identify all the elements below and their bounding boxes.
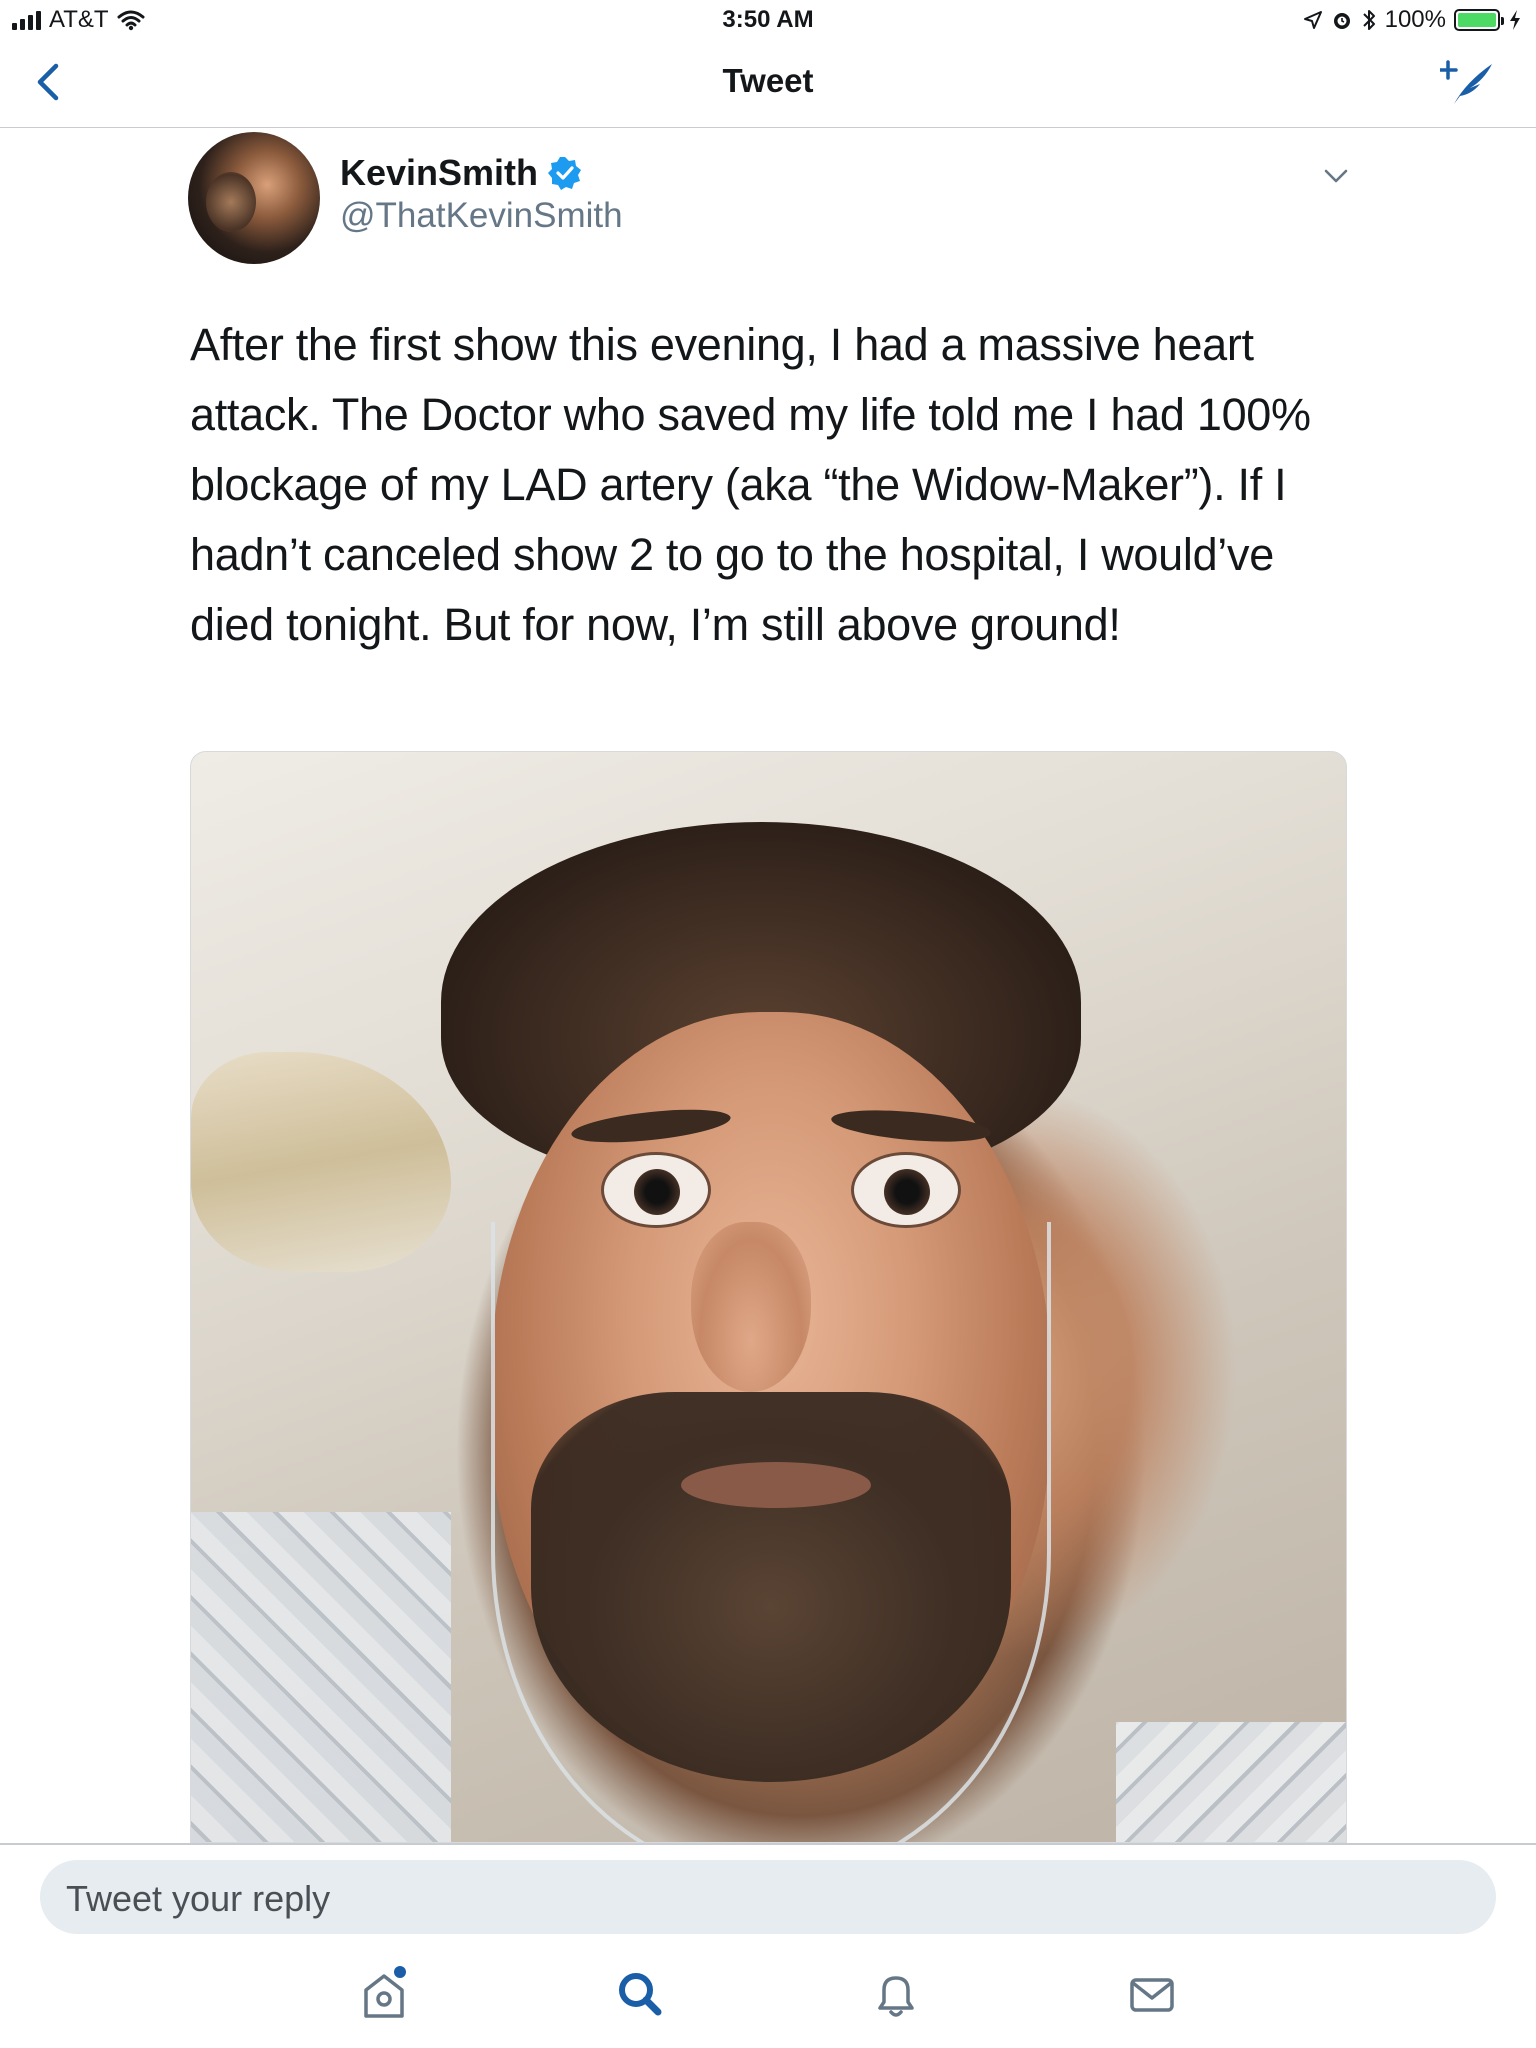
navigation-bar: Tweet [0, 40, 1536, 128]
compose-tweet-icon[interactable] [1440, 58, 1496, 108]
location-icon [1303, 11, 1322, 29]
status-right: 100% [1303, 6, 1522, 34]
avatar[interactable] [188, 132, 320, 264]
bell-icon[interactable] [866, 1964, 926, 2024]
author-handle[interactable]: @ThatKevinSmith [340, 196, 623, 236]
notification-dot [394, 1966, 406, 1978]
tweet-text: After the first show this evening, I had… [190, 319, 1311, 650]
reply-placeholder: Tweet your reply [66, 1878, 331, 1919]
author-name-row[interactable]: KevinSmith [340, 152, 582, 194]
home-icon[interactable] [354, 1964, 414, 2024]
bluetooth-icon [1362, 10, 1375, 30]
reply-input[interactable]: Tweet your reply [40, 1860, 1496, 1934]
battery-percent: 100% [1384, 6, 1446, 33]
status-bar: AT&T 3:50 AM 100% [0, 0, 1536, 40]
tweet-photo[interactable] [190, 751, 1347, 1843]
chevron-down-icon[interactable] [1322, 162, 1350, 190]
tab-bar [0, 1956, 1536, 2048]
search-icon[interactable] [610, 1964, 670, 2024]
alarm-icon [1333, 13, 1350, 29]
envelope-icon[interactable] [1122, 1964, 1182, 2024]
battery-icon [1454, 9, 1504, 31]
reply-divider [0, 1843, 1536, 1845]
page-title: Tweet [722, 62, 814, 99]
charging-icon [1510, 10, 1520, 30]
verified-badge-icon [548, 157, 582, 190]
author-name[interactable]: KevinSmith [340, 152, 538, 194]
